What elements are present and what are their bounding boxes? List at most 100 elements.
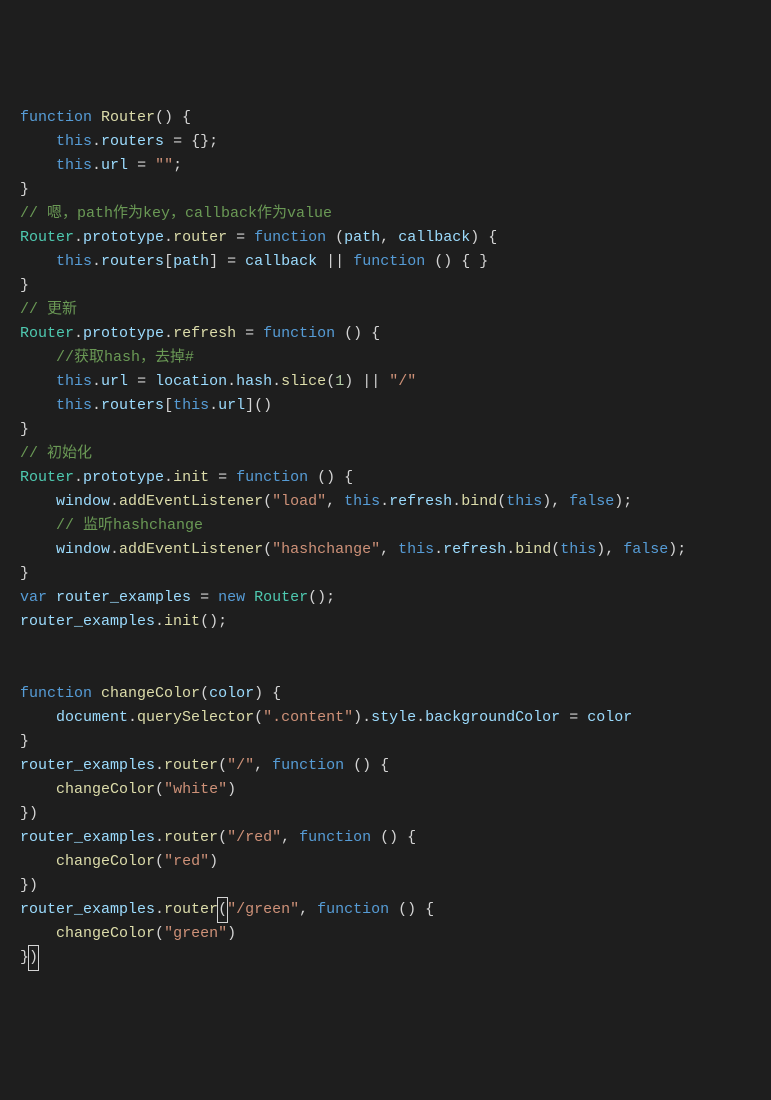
token-fn: init	[173, 469, 209, 486]
token-pun	[209, 589, 218, 606]
token-pun	[254, 325, 263, 342]
token-kw: function	[20, 685, 92, 702]
token-pun: (	[200, 685, 209, 702]
token-cm: //获取hash，去掉#	[56, 349, 194, 366]
token-kw: var	[20, 589, 47, 606]
token-fn: changeColor	[56, 853, 155, 870]
token-prm: window	[56, 541, 110, 558]
token-pun	[20, 373, 56, 390]
token-pun	[92, 109, 101, 126]
token-cm: // 初始化	[20, 445, 92, 462]
token-pun: .	[416, 709, 425, 726]
token-prm: color	[587, 709, 632, 726]
token-str: "white"	[164, 781, 227, 798]
token-pun	[578, 709, 587, 726]
code-editor[interactable]: function Router() { this.routers = {}; t…	[20, 106, 751, 970]
token-prm: location	[155, 373, 227, 390]
token-prop: backgroundColor	[425, 709, 560, 726]
token-cls: Router	[20, 229, 74, 246]
token-pun: .	[452, 493, 461, 510]
token-pun	[146, 373, 155, 390]
token-kw: function	[236, 469, 308, 486]
token-pun: .	[92, 157, 101, 174]
token-prm: color	[209, 685, 254, 702]
token-cm: // 嗯，path作为key，callback作为value	[20, 205, 332, 222]
token-pun: (	[497, 493, 506, 510]
token-str: "green"	[164, 925, 227, 942]
token-fn: router	[164, 901, 218, 918]
token-pun: .	[74, 325, 83, 342]
token-kw: function	[299, 829, 371, 846]
token-pun	[128, 157, 137, 174]
token-cm: // 监听hashchange	[56, 517, 203, 534]
token-str: "/red"	[227, 829, 281, 846]
token-th: this	[56, 157, 92, 174]
token-pun: (	[326, 229, 344, 246]
token-pun	[128, 373, 137, 390]
token-prop: refresh	[443, 541, 506, 558]
token-th: this	[56, 373, 92, 390]
token-cm: // 更新	[20, 301, 77, 318]
token-pun: )	[344, 373, 362, 390]
token-pun: .	[164, 325, 173, 342]
token-th: this	[56, 133, 92, 150]
token-fn: addEventListener	[119, 493, 263, 510]
token-th: this	[56, 253, 92, 270]
token-fn: bind	[461, 493, 497, 510]
token-prm: router_examples	[20, 901, 155, 918]
token-pun	[380, 373, 389, 390]
token-pun: (	[218, 757, 227, 774]
token-pun: .	[155, 757, 164, 774]
token-pun: (	[326, 373, 335, 390]
token-prm: router_examples	[56, 589, 191, 606]
token-pun	[245, 229, 254, 246]
token-str: "/green"	[227, 901, 299, 918]
token-pun: [	[164, 253, 173, 270]
token-pun: (	[551, 541, 560, 558]
token-fn: addEventListener	[119, 541, 263, 558]
token-cls: Router	[20, 325, 74, 342]
token-pun: [	[164, 397, 173, 414]
token-pun: ,	[254, 757, 272, 774]
token-kw: new	[218, 589, 245, 606]
token-pun: .	[272, 373, 281, 390]
token-pun	[191, 589, 200, 606]
token-pun: ),	[596, 541, 623, 558]
token-th: this	[173, 397, 209, 414]
token-pun	[344, 253, 353, 270]
token-pun	[20, 541, 56, 558]
token-pun	[236, 325, 245, 342]
token-pun: }	[20, 733, 29, 750]
token-fn: slice	[281, 373, 326, 390]
token-fn: Router	[101, 109, 155, 126]
token-pun	[560, 709, 569, 726]
token-pun: ]	[209, 253, 227, 270]
token-th: this	[398, 541, 434, 558]
token-op: =	[137, 373, 146, 390]
token-pun	[227, 229, 236, 246]
token-prop: routers	[101, 133, 164, 150]
token-prop: url	[101, 157, 128, 174]
token-pun	[164, 133, 173, 150]
token-prop: prototype	[83, 229, 164, 246]
token-pun	[317, 253, 326, 270]
token-fn: changeColor	[101, 685, 200, 702]
token-pun: ();	[308, 589, 335, 606]
token-pun: .	[155, 901, 164, 918]
token-pun: .	[92, 373, 101, 390]
token-str: "red"	[164, 853, 209, 870]
token-pun: (	[155, 925, 164, 942]
token-prop: prototype	[83, 325, 164, 342]
token-pun: ,	[380, 541, 398, 558]
token-pun: (	[155, 781, 164, 798]
token-prm: callback	[245, 253, 317, 270]
token-pun: .	[74, 469, 83, 486]
token-op: ||	[362, 373, 380, 390]
token-cls: Router	[254, 589, 308, 606]
token-pun: .	[110, 493, 119, 510]
token-prop: routers	[101, 253, 164, 270]
token-pun: .	[164, 229, 173, 246]
token-num: 1	[335, 373, 344, 390]
token-fn: router	[164, 757, 218, 774]
token-pun: .	[227, 373, 236, 390]
